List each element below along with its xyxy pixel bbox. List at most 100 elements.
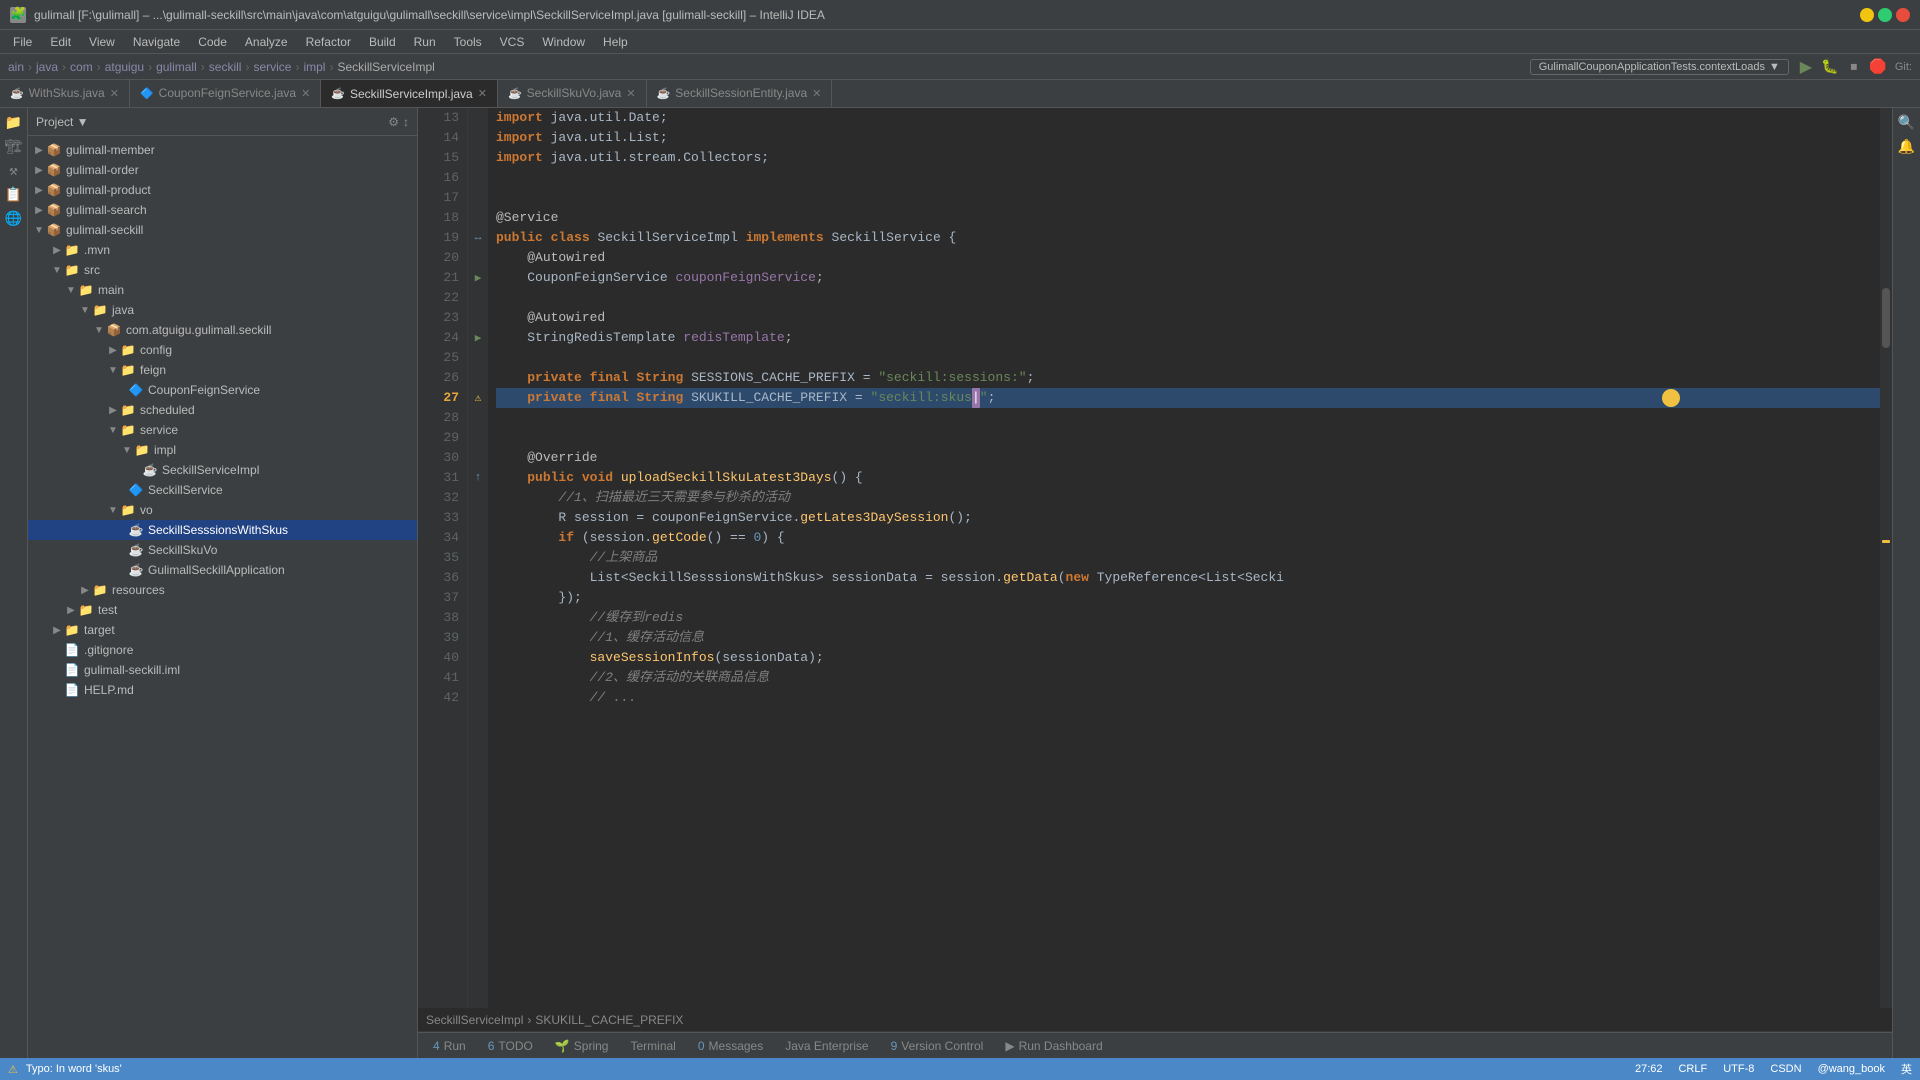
- breadcrumb-nav-field[interactable]: SKUKILL_CACHE_PREFIX: [535, 1013, 683, 1027]
- tree-item-gitignore[interactable]: 📄 .gitignore: [28, 640, 417, 660]
- bottom-tab-terminal[interactable]: Terminal: [620, 1037, 685, 1055]
- override-gutter-icon[interactable]: ↑: [468, 468, 488, 488]
- breadcrumb-java[interactable]: java: [36, 60, 58, 74]
- tree-item-main[interactable]: ▼ 📁 main: [28, 280, 417, 300]
- project-tree[interactable]: ▶ 📦 gulimall-member ▶ 📦 gulimall-order ▶…: [28, 136, 417, 1058]
- tree-item-iml[interactable]: 📄 gulimall-seckill.iml: [28, 660, 417, 680]
- tree-item-mvn[interactable]: ▶ 📁 .mvn: [28, 240, 417, 260]
- tab-seckillskuvo[interactable]: ☕ SeckillSkuVo.java ✕: [498, 80, 647, 107]
- project-panel-icon-sort[interactable]: ↕: [403, 115, 409, 129]
- status-line-ending[interactable]: CRLF: [1678, 1063, 1707, 1075]
- tree-item-seckillserviceimpl[interactable]: ☕ SeckillServiceImpl: [28, 460, 417, 480]
- tree-item-java[interactable]: ▼ 📁 java: [28, 300, 417, 320]
- tab-couponfeignservice-close[interactable]: ✕: [301, 87, 310, 100]
- tab-withskus-close[interactable]: ✕: [110, 87, 119, 100]
- menu-vcs[interactable]: VCS: [492, 33, 533, 51]
- tree-item-gulimall-seckill[interactable]: ▼ 📦 gulimall-seckill: [28, 220, 417, 240]
- menu-analyze[interactable]: Analyze: [237, 33, 296, 51]
- menu-navigate[interactable]: Navigate: [125, 33, 188, 51]
- bottom-tab-java-enterprise[interactable]: Java Enterprise: [775, 1037, 878, 1055]
- menu-window[interactable]: Window: [534, 33, 593, 51]
- tree-item-seckillsesssionswithskus[interactable]: ☕ SeckillSesssionsWithSkus: [28, 520, 417, 540]
- run-button[interactable]: ▶: [1795, 56, 1817, 78]
- tree-item-resources[interactable]: ▶ 📁 resources: [28, 580, 417, 600]
- status-position[interactable]: 27:62: [1635, 1063, 1663, 1075]
- tab-seckillskuvo-close[interactable]: ✕: [626, 87, 635, 100]
- close-button[interactable]: [1896, 8, 1910, 22]
- tree-item-seckillservice[interactable]: 🔷 SeckillService: [28, 480, 417, 500]
- menu-edit[interactable]: Edit: [42, 33, 79, 51]
- maximize-button[interactable]: [1878, 8, 1892, 22]
- stop-red-button[interactable]: 🛑: [1867, 56, 1889, 78]
- class-hierarchy-icon[interactable]: ↔: [468, 228, 488, 248]
- breadcrumb-seckill[interactable]: seckill: [209, 60, 242, 74]
- tab-withskus[interactable]: ☕ WithSkus.java ✕: [0, 80, 130, 107]
- menu-help[interactable]: Help: [595, 33, 636, 51]
- tab-seckillserviceimpl-close[interactable]: ✕: [478, 87, 487, 100]
- tree-item-seckillskuvo[interactable]: ☕ SeckillSkuVo: [28, 540, 417, 560]
- status-lang-en[interactable]: 英: [1901, 1061, 1912, 1077]
- sidebar-icon-project[interactable]: 📁: [3, 112, 25, 134]
- menu-tools[interactable]: Tools: [446, 33, 490, 51]
- bottom-tab-run-dashboard[interactable]: ▶ Run Dashboard: [995, 1037, 1112, 1055]
- bottom-tab-vcs[interactable]: 9 Version Control: [881, 1037, 994, 1055]
- tree-item-service[interactable]: ▼ 📁 service: [28, 420, 417, 440]
- breadcrumb-ain[interactable]: ain: [8, 60, 24, 74]
- breadcrumb-nav-class[interactable]: SeckillServiceImpl: [426, 1013, 523, 1027]
- sidebar-icon-web[interactable]: 🌐: [3, 208, 25, 230]
- sidebar-icon-build[interactable]: ⚒: [3, 160, 25, 182]
- menu-run[interactable]: Run: [406, 33, 444, 51]
- breadcrumb-gulimall[interactable]: gulimall: [156, 60, 197, 74]
- tree-item-src[interactable]: ▼ 📁 src: [28, 260, 417, 280]
- tree-item-help[interactable]: 📄 HELP.md: [28, 680, 417, 700]
- menu-refactor[interactable]: Refactor: [298, 33, 359, 51]
- tree-item-feign[interactable]: ▼ 📁 feign: [28, 360, 417, 380]
- tab-seckillsessionentity[interactable]: ☕ SeckillSessionEntity.java ✕: [647, 80, 833, 107]
- breadcrumb-atguigu[interactable]: atguigu: [105, 60, 144, 74]
- menu-view[interactable]: View: [81, 33, 123, 51]
- tree-item-gulimall-search[interactable]: ▶ 📦 gulimall-search: [28, 200, 417, 220]
- tab-couponfeignservice[interactable]: 🔷 CouponFeignService.java ✕: [130, 80, 321, 107]
- project-panel-icon-gear[interactable]: ⚙: [388, 115, 399, 129]
- sidebar-icon-vcs[interactable]: 📋: [3, 184, 25, 206]
- warning-gutter-icon[interactable]: ⚠: [468, 388, 488, 408]
- tree-item-test[interactable]: ▶ 📁 test: [28, 600, 417, 620]
- status-warning-text[interactable]: Typo: In word 'skus': [26, 1063, 122, 1075]
- stop-button[interactable]: ⏹: [1843, 56, 1865, 78]
- tree-item-couponfeignservice[interactable]: 🔷 CouponFeignService: [28, 380, 417, 400]
- minimize-button[interactable]: [1860, 8, 1874, 22]
- tree-item-config[interactable]: ▶ 📁 config: [28, 340, 417, 360]
- breadcrumb-seckillserviceimpl[interactable]: SeckillServiceImpl: [337, 60, 434, 74]
- scroll-thumb[interactable]: [1882, 288, 1890, 348]
- tree-item-gulimall-product[interactable]: ▶ 📦 gulimall-product: [28, 180, 417, 200]
- run-config-dropdown[interactable]: GulimallCouponApplicationTests.contextLo…: [1530, 59, 1789, 75]
- tab-seckillserviceimpl[interactable]: ☕ SeckillServiceImpl.java ✕: [321, 80, 498, 107]
- tree-item-gulimallseckillapplication[interactable]: ☕ GulimallSeckillApplication: [28, 560, 417, 580]
- tab-seckillsessionentity-close[interactable]: ✕: [812, 87, 821, 100]
- code-content[interactable]: import java.util.Date; import java.util.…: [488, 108, 1880, 1008]
- scroll-indicator[interactable]: [1880, 108, 1892, 1008]
- code-editor[interactable]: 13 14 15 16 17 18 19 20 21 22 23 24 25 2…: [418, 108, 1892, 1008]
- bottom-tab-messages[interactable]: 0 Messages: [688, 1037, 773, 1055]
- breadcrumb-service[interactable]: service: [253, 60, 291, 74]
- menu-file[interactable]: File: [5, 33, 40, 51]
- tree-item-com-package[interactable]: ▼ 📦 com.atguigu.gulimall.seckill: [28, 320, 417, 340]
- menu-code[interactable]: Code: [190, 33, 235, 51]
- sidebar-icon-notifications[interactable]: 🔔: [1896, 136, 1918, 158]
- sidebar-icon-structure[interactable]: 🏗: [3, 136, 25, 158]
- bottom-tab-spring[interactable]: 🌱 Spring: [545, 1037, 619, 1055]
- tree-item-scheduled[interactable]: ▶ 📁 scheduled: [28, 400, 417, 420]
- debug-button[interactable]: 🐛: [1819, 56, 1841, 78]
- menu-build[interactable]: Build: [361, 33, 404, 51]
- status-encoding[interactable]: UTF-8: [1723, 1063, 1754, 1075]
- tree-item-vo[interactable]: ▼ 📁 vo: [28, 500, 417, 520]
- window-controls[interactable]: [1860, 8, 1910, 22]
- tree-item-gulimall-order[interactable]: ▶ 📦 gulimall-order: [28, 160, 417, 180]
- sidebar-icon-bean-validation[interactable]: 🔍: [1896, 112, 1918, 134]
- breadcrumb-com[interactable]: com: [70, 60, 93, 74]
- tree-item-target[interactable]: ▶ 📁 target: [28, 620, 417, 640]
- breadcrumb-impl[interactable]: impl: [303, 60, 325, 74]
- bottom-tab-run[interactable]: 4 Run: [423, 1037, 476, 1055]
- run-gutter-icon[interactable]: ▶: [468, 268, 488, 288]
- tree-item-impl[interactable]: ▼ 📁 impl: [28, 440, 417, 460]
